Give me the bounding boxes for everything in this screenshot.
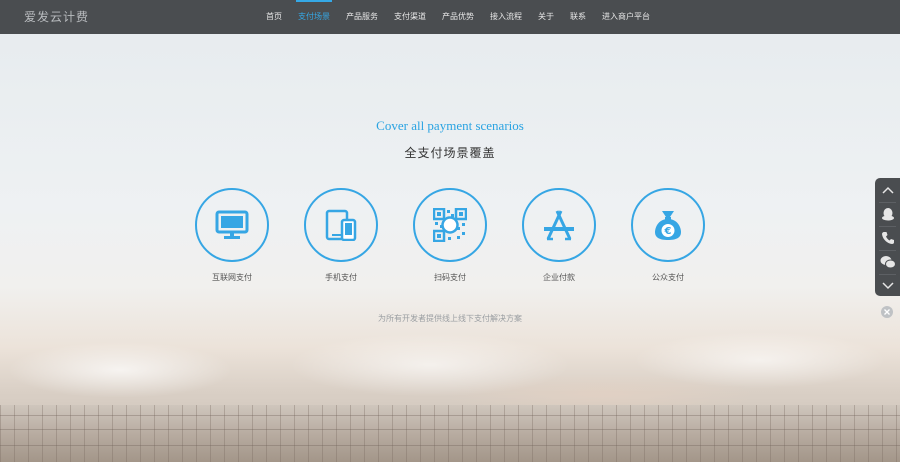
mobile-tablet-icon [325, 209, 357, 241]
feature-label: 扫码支付 [434, 273, 466, 282]
nav-item-merchant-platform[interactable]: 进入商户平台 [594, 0, 658, 34]
qq-icon [881, 208, 894, 221]
nav-item-process[interactable]: 接入流程 [482, 0, 530, 34]
nav-item-channels[interactable]: 支付渠道 [386, 0, 434, 34]
section-title-english: Cover all payment scenarios [376, 118, 524, 133]
scroll-down-button[interactable] [875, 275, 900, 297]
feature-label: 公众支付 [652, 273, 684, 282]
feature-circle [195, 188, 269, 262]
section-tagline: 为所有开发者提供线上线下支付解决方案 [378, 314, 522, 323]
side-toolbar-close-button[interactable] [881, 306, 893, 318]
svg-text:€: € [664, 226, 672, 237]
feature-enterprise-payment[interactable]: 企业付款 [519, 188, 599, 283]
close-icon [884, 309, 890, 315]
scroll-up-button[interactable] [875, 179, 900, 201]
nav-item-payment-scenarios[interactable]: 支付场景 [290, 0, 338, 34]
feature-circle: € [631, 188, 705, 262]
section-title-chinese: 全支付场景覆盖 [404, 146, 496, 160]
nav-item-products[interactable]: 产品服务 [338, 0, 386, 34]
feature-label: 手机支付 [325, 273, 357, 282]
feature-circle [522, 188, 596, 262]
feature-mobile-payment[interactable]: 手机支付 [301, 188, 381, 283]
feature-scan-payment[interactable]: 扫码支付 [410, 188, 490, 283]
feature-internet-payment[interactable]: 互联网支付 [192, 188, 272, 283]
logo-text[interactable]: 爱发云计费 [24, 8, 89, 25]
qr-code-icon [433, 208, 467, 242]
feature-circle [413, 188, 487, 262]
feature-label: 互联网支付 [212, 273, 252, 282]
nav-item-home[interactable]: 首页 [258, 0, 290, 34]
chevron-up-icon [881, 186, 894, 194]
wechat-button[interactable] [875, 251, 900, 273]
feature-label: 企业付款 [543, 273, 575, 282]
qq-button[interactable] [875, 203, 900, 225]
wooden-floor [0, 405, 900, 462]
main-nav: 首页 支付场景 产品服务 支付渠道 产品优势 接入流程 关于 联系 进入商户平台 [258, 0, 658, 34]
money-bag-icon: € [655, 211, 681, 240]
monitor-icon [215, 210, 249, 239]
app-store-icon [544, 210, 574, 241]
nav-item-about[interactable]: 关于 [530, 0, 562, 34]
phone-icon [881, 232, 894, 244]
chevron-down-icon [881, 282, 894, 290]
side-toolbar [875, 178, 900, 296]
wechat-icon [880, 256, 896, 269]
feature-circle [304, 188, 378, 262]
nav-item-contact[interactable]: 联系 [562, 0, 594, 34]
feature-public-payment[interactable]: € 公众支付 [628, 188, 708, 283]
phone-button[interactable] [875, 227, 900, 249]
nav-item-advantages[interactable]: 产品优势 [434, 0, 482, 34]
top-nav-bar: 爱发云计费 首页 支付场景 产品服务 支付渠道 产品优势 接入流程 关于 联系 … [0, 0, 900, 34]
